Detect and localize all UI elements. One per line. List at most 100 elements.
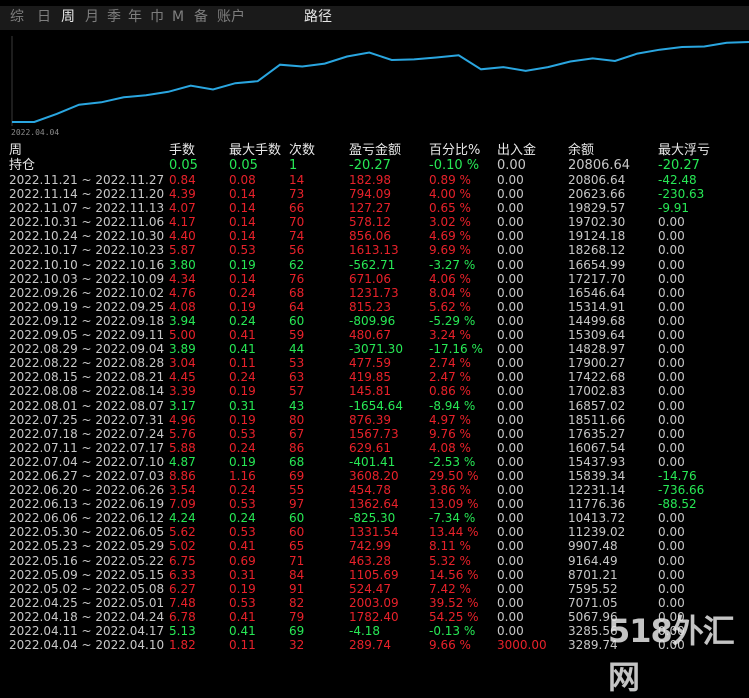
cell-pnl: 419.85 [349, 370, 391, 385]
cell-pnl: -4.18 [349, 624, 381, 638]
table-row[interactable]: 2022.05.02 ~ 2022.05.08 6.27 0.19 91 524.47 7… [0, 582, 749, 596]
table-row[interactable]: 2022.08.15 ~ 2022.08.21 4.45 0.24 63 419.85 2… [0, 370, 749, 384]
tab-other[interactable]: 巾 [150, 9, 164, 26]
table-row[interactable]: 2022.09.26 ~ 2022.10.02 4.76 0.24 68 1231.73… [0, 286, 749, 300]
table-row[interactable]: 2022.07.18 ~ 2022.07.24 5.76 0.53 67 1567.73… [0, 427, 749, 441]
table-row[interactable]: 2022.06.27 ~ 2022.07.03 8.86 1.16 69 3608.20… [0, 469, 749, 483]
cell-percent: 29.50 % [429, 468, 479, 483]
table-row[interactable]: 2022.06.13 ~ 2022.06.19 7.09 0.53 97 1362.64… [0, 497, 749, 511]
cell-period: 2022.07.25 ~ 2022.07.31 [9, 412, 165, 427]
cell-balance: 12231.14 [568, 483, 626, 498]
cell-flow: 0.00 [497, 229, 524, 244]
cell-max-float: 0.00 [658, 370, 685, 385]
balance-curve-line [12, 41, 749, 123]
header-max-lots: 最大手数 [229, 143, 282, 158]
table-row[interactable]: 2022.10.03 ~ 2022.10.09 4.34 0.14 76 671.06 4… [0, 272, 749, 286]
cell-lots: 3.94 [169, 313, 196, 328]
tab-account[interactable]: 账户 [217, 9, 245, 26]
cell-pnl: -809.96 [349, 313, 396, 328]
table-row[interactable]: 2022.07.25 ~ 2022.07.31 4.96 0.19 80 876.39 4… [0, 413, 749, 427]
tab-notes[interactable]: 备 [194, 9, 208, 26]
table-row[interactable]: 2022.11.14 ~ 2022.11.20 4.39 0.14 73 794.09 4… [0, 187, 749, 201]
table-row[interactable]: 2022.06.20 ~ 2022.06.26 3.54 0.24 55 454.78 3… [0, 483, 749, 497]
cell-max-lots: 0.53 [229, 426, 256, 441]
cell-pnl: 876.39 [349, 412, 391, 427]
table-row[interactable]: 2022.08.08 ~ 2022.08.14 3.39 0.19 57 145.81 0… [0, 384, 749, 398]
tab-summary[interactable]: 综 [10, 9, 24, 26]
cell-lots: 3.89 [169, 342, 196, 357]
tab-monthly[interactable]: 月 [85, 9, 99, 26]
cell-flow: 0.00 [497, 328, 524, 343]
cell-percent: 13.09 % [429, 497, 479, 512]
cell-count: 60 [289, 511, 305, 526]
cell-period: 2022.06.06 ~ 2022.06.12 [9, 511, 165, 526]
tab-weekly[interactable]: 周 [61, 9, 75, 26]
table-row[interactable]: 2022.05.16 ~ 2022.05.22 6.75 0.69 71 463.28 5… [0, 554, 749, 568]
cell-period: 2022.10.03 ~ 2022.10.09 [9, 271, 165, 286]
table-row[interactable]: 2022.09.05 ~ 2022.09.11 5.00 0.41 59 480.67 3… [0, 328, 749, 342]
tab-m[interactable]: M [172, 9, 184, 26]
cell-flow: 0.00 [497, 497, 524, 512]
table-row[interactable]: 2022.10.17 ~ 2022.10.23 5.87 0.53 56 1613.13… [0, 243, 749, 257]
tab-yearly[interactable]: 年 [128, 9, 142, 26]
tab-path[interactable]: 路径 [304, 9, 332, 26]
period-toolbar: 综 日 周 月 季 年 巾 M 备 账户 路径 [0, 6, 749, 30]
cell-flow: 0.00 [497, 215, 524, 230]
cell-period: 2022.04.11 ~ 2022.04.17 [9, 624, 165, 638]
tab-daily[interactable]: 日 [37, 9, 51, 26]
table-row[interactable]: 2022.11.21 ~ 2022.11.27 0.84 0.08 14 182.98 0… [0, 173, 749, 187]
cell-balance: 15309.64 [568, 328, 626, 343]
table-header-row: 周 手数 最大手数 次数 盈亏金额 百分比% 出入金 余额 最大浮亏 [0, 143, 749, 158]
cell-max-float: 0.00 [658, 229, 685, 244]
table-row[interactable]: 2022.09.12 ~ 2022.09.18 3.94 0.24 60 -809.96… [0, 314, 749, 328]
cell-balance: 17422.68 [568, 370, 626, 385]
holding-max-float: -20.27 [658, 158, 700, 173]
table-row[interactable]: 2022.11.07 ~ 2022.11.13 4.07 0.14 66 127.27 0… [0, 201, 749, 215]
tab-quarterly[interactable]: 季 [107, 9, 121, 26]
cell-count: 14 [289, 173, 305, 187]
cell-max-float: 0.00 [658, 426, 685, 441]
cell-count: 70 [289, 215, 305, 230]
cell-pnl: 454.78 [349, 483, 391, 498]
header-lots: 手数 [169, 143, 196, 158]
cell-lots: 4.76 [169, 285, 196, 300]
table-row[interactable]: 2022.05.30 ~ 2022.06.05 5.62 0.53 60 1331.54… [0, 525, 749, 539]
cell-balance: 8701.21 [568, 567, 618, 582]
cell-flow: 0.00 [497, 285, 524, 300]
site-watermark: 518外汇网 [608, 612, 735, 696]
table-row[interactable]: 2022.05.09 ~ 2022.05.15 6.33 0.31 84 1105.69… [0, 568, 749, 582]
table-row[interactable]: 2022.07.11 ~ 2022.07.17 5.88 0.24 86 629.61 4… [0, 441, 749, 455]
cell-pnl: -3071.30 [349, 342, 403, 357]
cell-count: 66 [289, 201, 305, 216]
cell-flow: 0.00 [497, 440, 524, 455]
header-percent: 百分比% [429, 143, 481, 158]
cell-balance: 20623.66 [568, 187, 626, 202]
cell-max-lots: 0.53 [229, 525, 256, 540]
holding-row[interactable]: 持仓 0.05 0.05 1 -20.27 -0.10 % 0.00 20806… [0, 158, 749, 173]
cell-flow: 0.00 [497, 412, 524, 427]
cell-count: 71 [289, 553, 305, 568]
table-row[interactable]: 2022.08.22 ~ 2022.08.28 3.04 0.11 53 477.59 2… [0, 356, 749, 370]
cell-count: 60 [289, 313, 305, 328]
table-row[interactable]: 2022.08.01 ~ 2022.08.07 3.17 0.31 43 -1654.6… [0, 399, 749, 413]
table-row[interactable]: 2022.05.23 ~ 2022.05.29 5.02 0.41 65 742.99 8… [0, 539, 749, 553]
table-row[interactable]: 2022.10.10 ~ 2022.10.16 3.80 0.19 62 -562.71… [0, 258, 749, 272]
table-row[interactable]: 2022.08.29 ~ 2022.09.04 3.89 0.41 44 -3071.3… [0, 342, 749, 356]
cell-pnl: -562.71 [349, 257, 396, 272]
table-row[interactable]: 2022.09.19 ~ 2022.09.25 4.08 0.19 64 815.23 5… [0, 300, 749, 314]
cell-lots: 7.09 [169, 497, 196, 512]
holding-max-lots: 0.05 [229, 158, 258, 173]
cell-max-lots: 0.24 [229, 285, 256, 300]
table-row[interactable]: 2022.10.24 ~ 2022.10.30 4.40 0.14 74 856.06 4… [0, 229, 749, 243]
table-row[interactable]: 2022.07.04 ~ 2022.07.10 4.87 0.19 68 -401.41… [0, 455, 749, 469]
cell-period: 2022.08.22 ~ 2022.08.28 [9, 356, 165, 371]
cell-count: 68 [289, 285, 305, 300]
cell-flow: 3000.00 [497, 638, 547, 653]
cell-max-float: 0.00 [658, 285, 685, 300]
holding-label: 持仓 [9, 158, 36, 173]
cell-pnl: 1105.69 [349, 567, 399, 582]
table-row[interactable]: 2022.10.31 ~ 2022.11.06 4.17 0.14 70 578.12 3… [0, 215, 749, 229]
table-row[interactable]: 2022.06.06 ~ 2022.06.12 4.24 0.24 60 -825.30… [0, 511, 749, 525]
cell-lots: 5.87 [169, 243, 196, 258]
balance-curve-chart [0, 30, 749, 138]
